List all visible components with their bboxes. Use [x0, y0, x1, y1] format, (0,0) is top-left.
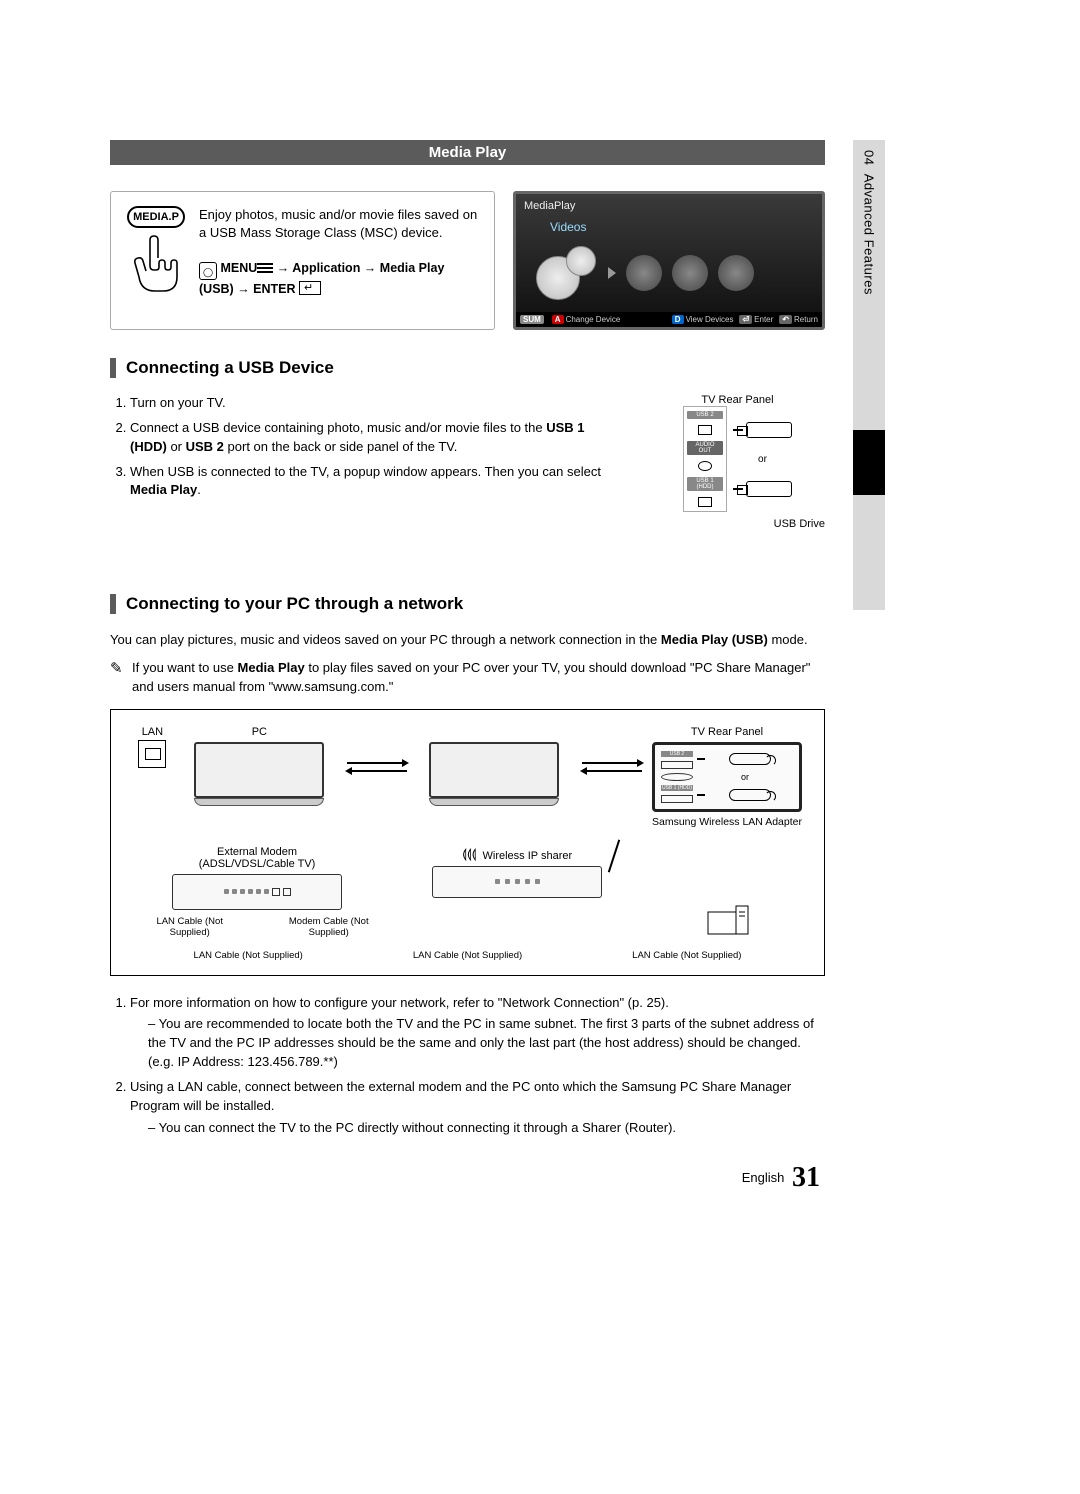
- note: ✎ If you want to use Media Play to play …: [110, 658, 825, 697]
- section-marker-bar: [110, 594, 116, 614]
- page-footer: English 31: [742, 1162, 820, 1194]
- tv-rear-panel-icon: USB 2 USB 1 (HDD) or: [652, 742, 802, 812]
- list-item: Connect a USB device containing photo, m…: [130, 419, 620, 457]
- network-steps-list: For more information on how to configure…: [110, 994, 825, 1138]
- media-p-button-icon: MEDIA.P: [127, 206, 185, 228]
- wifi-dongle-icon: [729, 789, 771, 801]
- page-edge-marker: [853, 430, 885, 495]
- section-heading: Connecting to your PC through a network: [126, 594, 463, 614]
- list-item: You are recommended to locate both the T…: [148, 1015, 825, 1072]
- list-item: When USB is connected to the TV, a popup…: [130, 463, 620, 501]
- chevron-right-icon: [608, 267, 616, 279]
- section-heading: Connecting a USB Device: [126, 358, 334, 378]
- section-title-bar: Media Play: [110, 140, 825, 165]
- list-item: You can connect the TV to the PC directl…: [148, 1119, 825, 1138]
- usb-connection-diagram: TV Rear Panel USB 2 AUDIO OUT USB 1 (HDD…: [650, 394, 825, 530]
- paragraph: You can play pictures, music and videos …: [110, 630, 825, 650]
- pc-tower-icon: [703, 898, 753, 938]
- list-item: Turn on your TV.: [130, 394, 620, 413]
- bidirectional-arrows-icon: [347, 762, 407, 772]
- category-icon: [672, 255, 708, 291]
- usb-steps-list: Turn on your TV. Connect a USB device co…: [110, 394, 620, 500]
- wifi-waves-icon: ⟬⟬⟬: [462, 846, 476, 862]
- laptop-icon: [429, 742, 559, 806]
- category-icon: [718, 255, 754, 291]
- chapter-tab: 04 Advanced Features: [853, 140, 885, 610]
- usb-drive-icon: [746, 422, 792, 438]
- hand-press-icon: [130, 230, 182, 298]
- section-marker-bar: [110, 358, 116, 378]
- usb-drive-icon: [746, 481, 792, 497]
- remote-button-square-icon: ◯: [199, 262, 217, 280]
- bidirectional-arrows-icon: [582, 762, 642, 772]
- enter-icon: [299, 281, 321, 295]
- menu-navigation-path: ◯ MENU → Application → Media Play (USB) …: [199, 259, 480, 299]
- tv-preview-footer: SUM AChange Device DView Devices ⏎Enter …: [516, 312, 822, 327]
- category-icon: [626, 255, 662, 291]
- tv-preview-title: MediaPlay: [516, 194, 822, 212]
- modem-icon: [172, 874, 342, 910]
- intro-box: MEDIA.P Enjoy photos, music and/or movie…: [110, 191, 495, 330]
- note-icon: ✎: [110, 658, 126, 697]
- tv-preview-category: Videos: [550, 220, 822, 234]
- list-item: For more information on how to configure…: [130, 994, 825, 1072]
- network-connection-diagram: LAN PC: [110, 709, 825, 976]
- list-item: Using a LAN cable, connect between the e…: [130, 1078, 825, 1138]
- chapter-tab-text: 04 Advanced Features: [862, 150, 877, 295]
- media-play-tv-preview: MediaPlay Videos SUM AChange Device DVie…: [513, 191, 825, 330]
- lan-port-icon: [138, 740, 166, 768]
- wifi-dongle-icon: [729, 753, 771, 765]
- tv-rear-ports-icon: USB 2 AUDIO OUT USB 1 (HDD): [683, 406, 727, 512]
- video-reel-icon: [536, 242, 598, 304]
- intro-description: Enjoy photos, music and/or movie files s…: [199, 206, 480, 241]
- menu-bars-icon: [257, 263, 273, 273]
- laptop-icon: [194, 742, 324, 806]
- router-icon: [432, 866, 602, 898]
